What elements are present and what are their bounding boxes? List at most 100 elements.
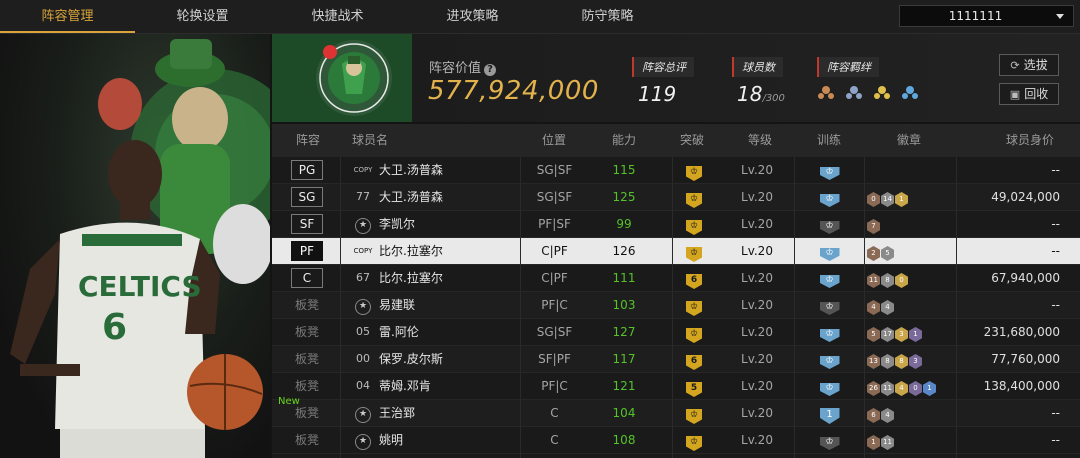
badge-icon[interactable]: 17: [881, 327, 894, 342]
player-name[interactable]: 李凯尔: [379, 211, 519, 237]
tab-quick-tactics[interactable]: 快捷战术: [270, 0, 405, 33]
bond-icon[interactable]: [873, 84, 891, 102]
crown-icon[interactable]: ♔: [686, 301, 702, 316]
recycle-button[interactable]: ▣ 回收: [999, 83, 1059, 105]
badge-icon[interactable]: 4: [881, 408, 894, 423]
crown-icon[interactable]: ♔: [686, 409, 702, 424]
badge-icon[interactable]: 14: [881, 192, 894, 207]
badge-icon[interactable]: 4: [881, 300, 894, 315]
badge-icon[interactable]: 0: [909, 381, 922, 396]
badge-icon[interactable]: 8: [881, 273, 894, 288]
table-row[interactable]: PF COPY 比尔.拉塞尔 C|PF 126 ♔ Lv.20 ♔ 2 5 --: [272, 238, 1080, 265]
player-ability: 103: [612, 298, 636, 312]
crown-training-icon[interactable]: ♔: [819, 275, 840, 288]
player-position: PF|SF: [538, 217, 571, 231]
badge-icon[interactable]: 1: [909, 327, 922, 342]
badge-icon[interactable]: 7: [867, 219, 880, 234]
slot-cell[interactable]: SG: [290, 184, 324, 210]
table-row[interactable]: C 67 比尔.拉塞尔 C|PF 111 6 Lv.20 ♔ 11 8 0 67,940,000: [272, 265, 1080, 292]
badge-icon[interactable]: 0: [895, 273, 908, 288]
badge-icon[interactable]: 13: [867, 354, 880, 369]
player-name[interactable]: 王治郅: [379, 400, 519, 426]
badge-icon[interactable]: 11: [881, 381, 894, 396]
table-row[interactable]: PG COPY 大卫.汤普森 SG|SF 115 ♔ Lv.20 ♔ --: [272, 157, 1080, 184]
breakthrough-badge[interactable]: 6: [686, 274, 702, 289]
slot-label: SF: [291, 214, 323, 234]
tab-offense-strategy[interactable]: 进攻策略: [405, 0, 540, 33]
badge-icon[interactable]: 11: [867, 273, 880, 288]
player-name[interactable]: 保罗.皮尔斯: [379, 346, 519, 372]
slot-cell[interactable]: SF: [290, 211, 324, 237]
badge-icon[interactable]: 2: [867, 246, 880, 261]
crown-training-icon[interactable]: ♔: [819, 302, 840, 315]
crown-icon[interactable]: ♔: [686, 247, 702, 262]
crown-icon[interactable]: ♔: [686, 193, 702, 208]
table-row[interactable]: 板凳 ★ 易建联 PF|C 103 ♔ Lv.20 ♔ 4 4 --: [272, 292, 1080, 319]
badge-icon[interactable]: 5: [867, 327, 880, 342]
slot-cell[interactable]: 板凳: [290, 319, 324, 345]
table-row[interactable]: 板凳 05 雷.阿伦 SG|SF 127 ♔ Lv.20 ♔ 5 17 3 1 231,680,000: [272, 319, 1080, 346]
crown-icon[interactable]: ♔: [686, 328, 702, 343]
crown-training-icon[interactable]: ♔: [819, 221, 840, 234]
badge-icon[interactable]: 4: [867, 300, 880, 315]
crown-icon[interactable]: ♔: [686, 220, 702, 235]
crown-training-icon[interactable]: ♔: [819, 383, 840, 396]
slot-cell[interactable]: PF: [290, 238, 324, 264]
badge-icon[interactable]: 1: [895, 192, 908, 207]
crown-icon[interactable]: ♔: [686, 436, 702, 451]
tab-defense-strategy[interactable]: 防守策略: [540, 0, 675, 33]
badge-icon[interactable]: 6: [867, 408, 880, 423]
crown-training-icon[interactable]: ♔: [819, 437, 840, 450]
breakthrough-badge[interactable]: 6: [686, 355, 702, 370]
tab-rotation-settings[interactable]: 轮换设置: [135, 0, 270, 33]
crown-training-icon[interactable]: ♔: [819, 329, 840, 342]
player-name[interactable]: 大卫.汤普森: [379, 184, 519, 210]
crown-training-icon[interactable]: ♔: [819, 248, 840, 261]
crown-training-icon[interactable]: ♔: [819, 194, 840, 207]
badge-icon[interactable]: 11: [881, 435, 894, 450]
player-name[interactable]: 比尔.拉塞尔: [379, 238, 519, 264]
player-name[interactable]: 蒂姆.邓肯: [379, 373, 519, 399]
player-name[interactable]: 姚明: [379, 427, 519, 453]
bond-icon[interactable]: [817, 84, 835, 102]
badge-icon[interactable]: 1: [923, 381, 936, 396]
crown-training-icon[interactable]: ♔: [819, 167, 840, 180]
badge-icon[interactable]: 26: [867, 381, 880, 396]
badge-icon[interactable]: 3: [909, 354, 922, 369]
breakthrough-badge[interactable]: 5: [686, 382, 702, 397]
table-row[interactable]: New 板凳 ★ 王治郅 C 104 ♔ Lv.20 1 6 4 --: [272, 396, 1080, 427]
crown-training-icon[interactable]: ♔: [819, 356, 840, 369]
bond-icon[interactable]: [901, 84, 919, 102]
tab-lineup-management[interactable]: 阵容管理: [0, 0, 135, 33]
slot-cell[interactable]: PG: [290, 157, 324, 183]
crown-icon[interactable]: ♔: [686, 166, 702, 181]
badge-icon[interactable]: 1: [867, 435, 880, 450]
training-badge[interactable]: 1: [819, 408, 840, 424]
table-row[interactable]: SF ★ 李凯尔 PF|SF 99 ♔ Lv.20 ♔ 7 --: [272, 211, 1080, 238]
slot-cell[interactable]: 板凳: [290, 346, 324, 372]
table-row[interactable]: 板凳 00 保罗.皮尔斯 SF|PF 117 6 Lv.20 ♔ 13 8 8 3 77,760,000: [272, 346, 1080, 373]
player-name[interactable]: 比尔.拉塞尔: [379, 265, 519, 291]
help-icon[interactable]: ?: [484, 64, 497, 76]
slot-cell[interactable]: 板凳: [290, 292, 324, 318]
badge-icon[interactable]: 4: [895, 381, 908, 396]
badge-icon[interactable]: 0: [867, 192, 880, 207]
badge-icon[interactable]: 3: [895, 327, 908, 342]
account-select[interactable]: 1111111: [899, 5, 1074, 27]
table-row[interactable]: 板凳 04 蒂姆.邓肯 PF|C 121 5 Lv.20 ♔ 26 11 4 0 1 138,400,00…: [272, 373, 1080, 400]
badge-icon[interactable]: 8: [895, 354, 908, 369]
select-players-button[interactable]: ⟳ 选拔: [999, 54, 1059, 76]
slot-cell[interactable]: 板凳: [290, 427, 324, 453]
slot-cell[interactable]: C: [290, 265, 324, 291]
table-row[interactable]: 板凳 ★ 姚明 C 108 ♔ Lv.20 ♔ 1 11 --: [272, 427, 1080, 454]
player-name[interactable]: 易建联: [379, 292, 519, 318]
bond-icon[interactable]: [845, 84, 863, 102]
slot-cell[interactable]: 板凳: [290, 400, 324, 426]
badge-icon[interactable]: 8: [881, 354, 894, 369]
player-name[interactable]: 大卫.汤普森: [379, 157, 519, 183]
player-name[interactable]: 雷.阿伦: [379, 319, 519, 345]
badge-icon[interactable]: 5: [881, 246, 894, 261]
select-players-button-label: 选拔: [1023, 58, 1048, 72]
table-row[interactable]: SG 77 大卫.汤普森 SG|SF 125 ♔ Lv.20 ♔ 0 14 1 49,024,000: [272, 184, 1080, 211]
badges-cell: [867, 157, 967, 183]
